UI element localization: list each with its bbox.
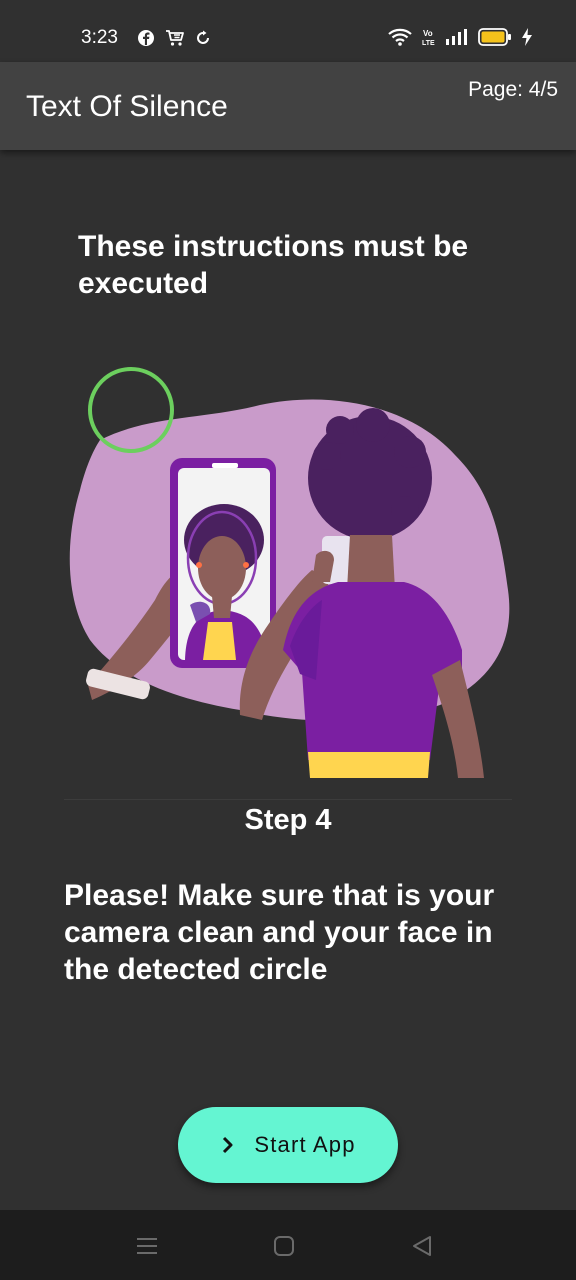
app-title: Text Of Silence [26,90,228,123]
wifi-icon [388,28,412,46]
divider [64,799,512,800]
menu-icon[interactable] [135,1234,159,1258]
svg-text:Vo: Vo [423,29,433,38]
status-left-icons [137,29,211,47]
status-time: 3:23 [81,27,118,48]
battery-icon [478,28,511,46]
screen-shirt [203,622,236,660]
sync-icon [197,30,209,44]
app-bar: Text Of Silence Page: 4/5 [0,62,576,150]
page-indicator: Page: 4/5 [468,78,558,101]
start-app-button[interactable]: Start App [178,1107,398,1183]
step-label: Step 4 [244,804,332,836]
phone-notch [212,463,238,468]
person-taking-selfie-illustration [69,367,510,778]
screen-face [198,536,246,600]
back-icon[interactable] [410,1234,434,1258]
charging-icon [522,28,532,46]
volte-icon: Vo LTE [422,29,435,46]
person-pants [308,752,430,778]
screen-neck [212,596,232,618]
chevron-right-icon [223,1136,233,1154]
facebook-icon [138,30,154,46]
status-right-icons: Vo LTE [388,28,532,46]
instructions-heading: These instructions must be executed [78,230,469,300]
cart-icon [166,30,184,46]
step-description: Please! Make sure that is your camera cl… [64,879,495,986]
start-app-label: Start App [254,1132,356,1157]
person-neck [347,535,395,590]
home-icon[interactable] [272,1234,296,1258]
nav-bar [0,1210,576,1280]
signal-icon [446,29,467,45]
status-bar: 3:23 Vo LTE [0,0,576,62]
svg-text:LTE: LTE [422,40,435,46]
